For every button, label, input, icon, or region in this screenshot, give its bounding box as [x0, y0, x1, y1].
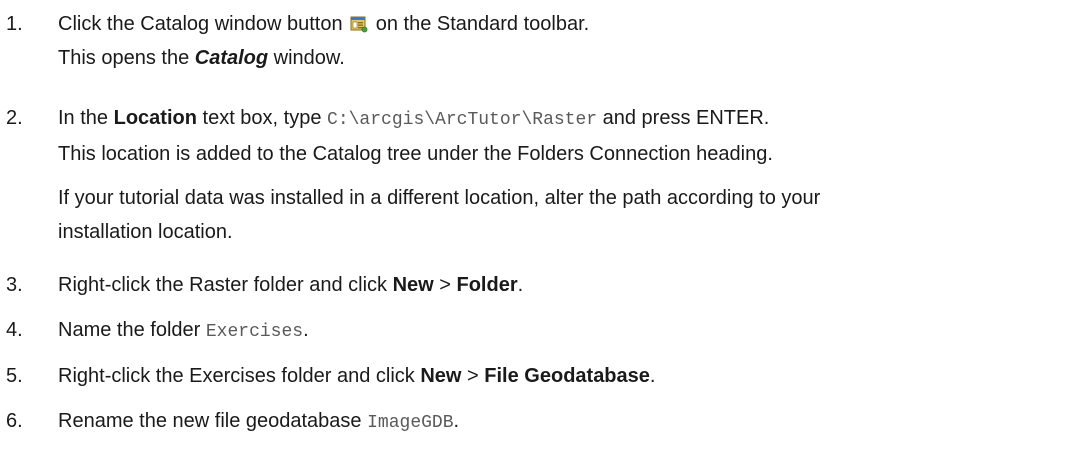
code-path: C:\arcgis\ArcTutor\Raster	[327, 110, 598, 130]
step-result: This opens the Catalog window.	[58, 47, 345, 69]
code-geodatabase-name: ImageGDB	[367, 413, 454, 433]
step-note: If your tutorial data was installed in a…	[58, 187, 821, 209]
step-number: 3.	[6, 274, 23, 296]
catalog-window-icon	[350, 15, 368, 33]
step-note-continued: installation location.	[58, 221, 233, 243]
step-body: In the Location text box, type C:\arcgis…	[58, 106, 820, 244]
step-instruction: Rename the new file geodatabase ImageGDB…	[58, 410, 460, 433]
step-number: 4.	[6, 319, 23, 341]
step-body: Right-click the Raster folder and click …	[58, 273, 523, 297]
step-number: 1.	[6, 13, 23, 35]
code-folder-name: Exercises	[205, 322, 304, 342]
step-instruction: Right-click the Raster folder and click …	[58, 274, 524, 296]
step-number: 5.	[6, 365, 23, 387]
step-body: Rename the new file geodatabase ImageGDB…	[58, 409, 459, 435]
step-result: This location is added to the Catalog tr…	[58, 143, 773, 165]
step-body: Click the Catalog window button on the S…	[58, 12, 589, 70]
step-instruction: Click the Catalog window button on the S…	[58, 13, 590, 35]
step-body: Name the folder Exercises.	[58, 318, 309, 344]
step-number: 2.	[6, 107, 23, 129]
step-instruction: In the Location text box, type C:\arcgis…	[58, 107, 770, 130]
step-instruction: Name the folder Exercises.	[58, 319, 309, 342]
step-number: 6.	[6, 410, 23, 432]
step-body: Right-click the Exercises folder and cli…	[58, 364, 655, 388]
step-instruction: Right-click the Exercises folder and cli…	[58, 365, 656, 387]
